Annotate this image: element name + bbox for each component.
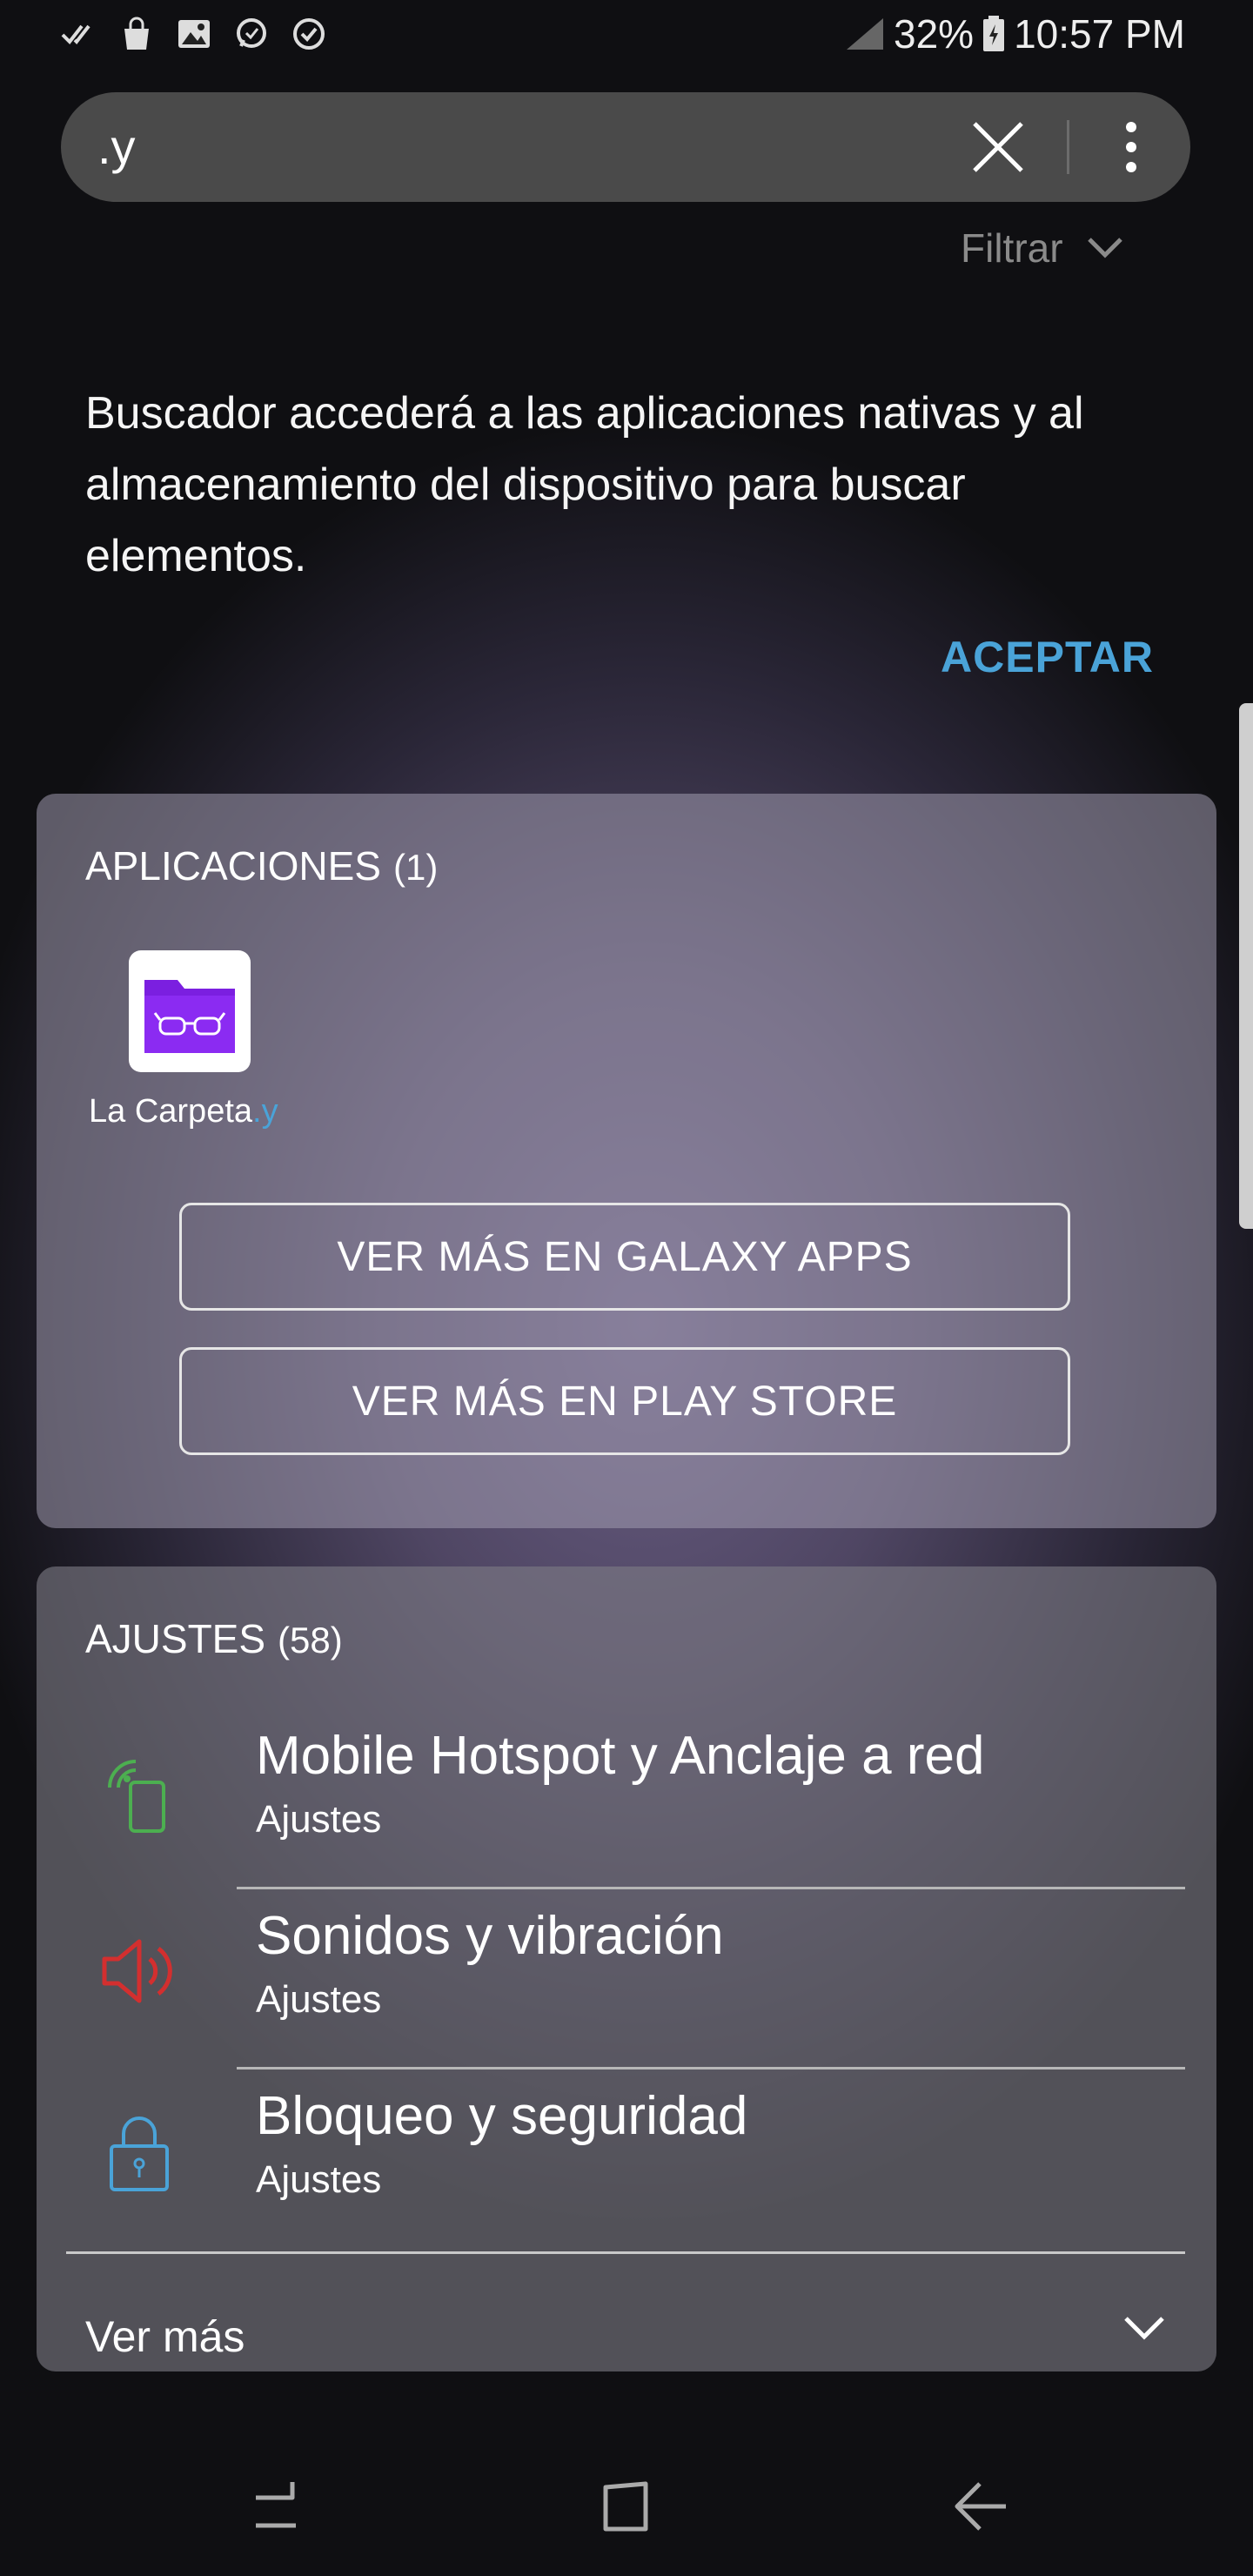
- app-name-highlight: .y: [252, 1093, 278, 1130]
- filter-dropdown[interactable]: Filtrar: [961, 225, 1124, 272]
- search-input[interactable]: .y: [97, 118, 136, 175]
- settings-count: (58): [278, 1620, 343, 1660]
- app-name[interactable]: La Carpeta.y: [89, 1093, 278, 1130]
- setting-title: Mobile Hotspot y Anclaje a red: [256, 1726, 985, 1786]
- clock: 10:57 PM: [1014, 11, 1185, 57]
- chevron-down-icon[interactable]: [1114, 2298, 1175, 2358]
- signal-icon: [847, 18, 884, 50]
- setting-subtitle: Ajustes: [256, 1978, 382, 2021]
- speaker-icon: [97, 1929, 181, 2013]
- chevron-down-icon: [1087, 238, 1122, 258]
- setting-item-hotspot[interactable]: Mobile Hotspot y Anclaje a red Ajustes: [37, 1697, 1216, 1876]
- filter-label: Filtrar: [961, 225, 1063, 271]
- gallery-icon: [176, 16, 212, 52]
- hotspot-icon: [97, 1749, 181, 1833]
- battery-icon: [983, 16, 1005, 51]
- close-icon[interactable]: [966, 115, 1030, 179]
- apps-section-title: APLICACIONES (1): [85, 842, 438, 889]
- setting-item-lock[interactable]: Bloqueo y seguridad Ajustes: [37, 2057, 1216, 2237]
- double-check-icon: [61, 16, 97, 52]
- apps-count: (1): [393, 847, 439, 888]
- apps-title: APLICACIONES: [85, 843, 381, 889]
- app-launcher-la-carpeta[interactable]: [129, 950, 251, 1072]
- consent-message: Buscador accederá a las aplicaciones nat…: [85, 388, 1084, 581]
- app-name-prefix: La Carpeta: [89, 1093, 253, 1130]
- search-divider: [1067, 120, 1069, 174]
- play-store-button[interactable]: VER MÁS EN PLAY STORE: [179, 1347, 1070, 1455]
- back-icon[interactable]: [945, 2472, 1015, 2541]
- folder-glasses-icon: [144, 980, 235, 1053]
- status-bar: 32% 10:57 PM: [0, 0, 1253, 73]
- search-bar[interactable]: .y: [61, 92, 1190, 202]
- setting-subtitle: Ajustes: [256, 1798, 382, 1841]
- see-more-divider: [66, 2251, 1185, 2254]
- setting-title: Bloqueo y seguridad: [256, 2086, 748, 2146]
- shopping-bag-icon: [118, 16, 155, 52]
- whatsapp-icon: [233, 16, 270, 52]
- system-status: 32% 10:57 PM: [845, 10, 1185, 57]
- check-circle-icon: [291, 16, 327, 52]
- battery-percent: 32%: [894, 11, 975, 57]
- setting-subtitle: Ajustes: [256, 2158, 382, 2201]
- settings-card: AJUSTES (58) Mobile Hotspot y Anclaje a r…: [37, 1566, 1216, 2371]
- edge-panel-handle[interactable]: [1239, 703, 1253, 1229]
- setting-item-sounds[interactable]: Sonidos y vibración Ajustes: [37, 1877, 1216, 2056]
- apps-card: APLICACIONES (1) La Carpeta.y VER MÁS EN …: [37, 794, 1216, 1528]
- accept-button[interactable]: ACEPTAR: [941, 632, 1154, 682]
- recents-icon[interactable]: [244, 2472, 313, 2541]
- home-icon[interactable]: [593, 2472, 663, 2541]
- settings-section-title: AJUSTES (58): [85, 1615, 343, 1662]
- more-vert-icon[interactable]: [1105, 115, 1157, 179]
- notification-icons: [61, 16, 327, 52]
- navigation-bar: [0, 2437, 1253, 2576]
- setting-title: Sonidos y vibración: [256, 1906, 724, 1966]
- lock-icon: [97, 2110, 181, 2193]
- settings-title: AJUSTES: [85, 1616, 266, 1661]
- galaxy-apps-button[interactable]: VER MÁS EN GALAXY APPS: [179, 1203, 1070, 1311]
- see-more-button[interactable]: Ver más: [85, 2311, 245, 2362]
